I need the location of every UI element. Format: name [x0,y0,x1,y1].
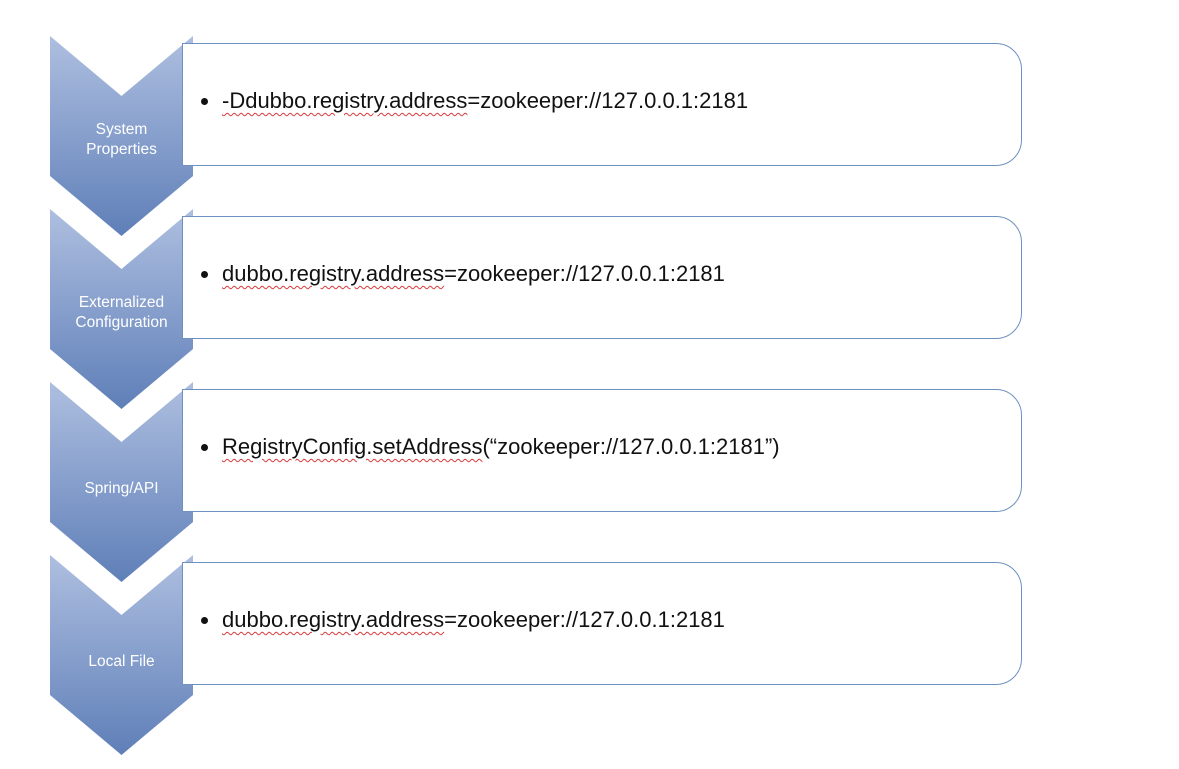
chevron-label: Local File [88,653,155,670]
chevron-externalized-configuration: Externalized Configuration [50,209,193,409]
step-system-properties: System Properties -Ddubbo.registry.addre… [0,36,1179,236]
step-local-file: Local File dubbo.registry.address =zookee… [0,555,1179,755]
chevron-local-file: Local File [50,555,193,755]
step-externalized-configuration: Externalized Configuration dubbo.registr… [0,209,1179,409]
detail-box-system-properties: -Ddubbo.registry.address =zookeeper://127… [182,43,1022,166]
chevron-label: Externalized Configuration [75,294,168,331]
chevron-system-properties: System Properties [50,36,193,236]
property-key: dubbo.registry.address [222,607,445,632]
method-call: RegistryConfig.setAddress [222,434,483,459]
bullet-dot [201,616,208,624]
chevron-label: Spring/API [84,480,159,497]
chevron-spring-api: Spring/API [50,382,193,582]
property-key: -Ddubbo.registry.address [222,88,468,113]
step-spring-api: Spring/API RegistryConfig.setAddress (“zo… [0,382,1179,582]
detail-box-externalized-configuration: dubbo.registry.address =zookeeper://127.0… [182,216,1022,339]
method-argument: (“zookeeper://127.0.0.1:2181”) [482,434,780,459]
bullet-item: dubbo.registry.address =zookeeper://127.0… [201,261,725,287]
priority-diagram: System Properties -Ddubbo.registry.addre… [0,0,1179,769]
property-value: =zookeeper://127.0.0.1:2181 [444,261,725,286]
property-value: =zookeeper://127.0.0.1:2181 [467,88,749,113]
bullet-dot [201,97,208,105]
bullet-dot [201,443,208,451]
property-key: dubbo.registry.address [222,261,445,286]
chevron-label: System Properties [86,121,157,158]
bullet-dot [201,270,208,278]
bullet-item: -Ddubbo.registry.address =zookeeper://127… [201,88,748,114]
property-value: =zookeeper://127.0.0.1:2181 [444,607,725,632]
bullet-item: dubbo.registry.address =zookeeper://127.0… [201,607,725,633]
detail-box-local-file: dubbo.registry.address =zookeeper://127.0… [182,562,1022,685]
bullet-item: RegistryConfig.setAddress (“zookeeper://1… [201,434,780,460]
detail-box-spring-api: RegistryConfig.setAddress (“zookeeper://1… [182,389,1022,512]
